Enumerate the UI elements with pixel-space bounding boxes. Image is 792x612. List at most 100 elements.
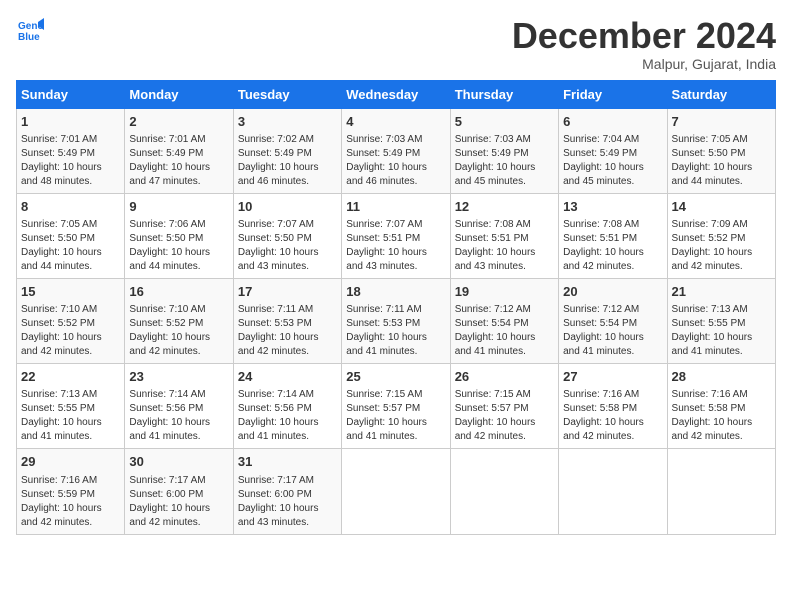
day-number: 26 (455, 368, 554, 386)
day-number: 4 (346, 113, 445, 131)
calendar-cell: 17 Sunrise: 7:11 AM Sunset: 5:53 PM Dayli… (233, 278, 341, 363)
logo-icon: General Blue (16, 16, 44, 44)
calendar-week-row: 22Sunrise: 7:13 AM Sunset: 5:55 PM Dayli… (17, 364, 776, 449)
header-friday: Friday (559, 80, 667, 108)
day-info: Sunrise: 7:15 AM Sunset: 5:57 PM Dayligh… (346, 388, 445, 444)
calendar-cell (342, 449, 450, 534)
day-number: 9 (129, 198, 228, 216)
day-info: Sunrise: 7:03 AM Sunset: 5:49 PM Dayligh… (455, 133, 554, 189)
day-number: 30 (129, 453, 228, 471)
day-number: 23 (129, 368, 228, 386)
day-info: Sunrise: 7:09 AM Sunset: 5:52 PM Dayligh… (672, 218, 771, 274)
day-number: 17 (238, 283, 337, 301)
calendar-cell: 16Sunrise: 7:10 AM Sunset: 5:52 PM Dayli… (125, 278, 233, 363)
calendar-header-row: SundayMondayTuesdayWednesdayThursdayFrid… (17, 80, 776, 108)
day-number: 11 (346, 198, 445, 216)
day-info: Sunrise: 7:15 AM Sunset: 5:57 PM Dayligh… (455, 388, 554, 444)
calendar-cell: 6 Sunrise: 7:04 AM Sunset: 5:49 PM Daylig… (559, 108, 667, 193)
calendar-cell: 23Sunrise: 7:14 AM Sunset: 5:56 PM Dayli… (125, 364, 233, 449)
day-info: Sunrise: 7:03 AM Sunset: 5:49 PM Dayligh… (346, 133, 445, 189)
day-number: 27 (563, 368, 662, 386)
header-thursday: Thursday (450, 80, 558, 108)
day-info: Sunrise: 7:13 AM Sunset: 5:55 PM Dayligh… (672, 303, 771, 359)
header-tuesday: Tuesday (233, 80, 341, 108)
calendar-cell: 1Sunrise: 7:01 AM Sunset: 5:49 PM Daylig… (17, 108, 125, 193)
calendar-cell: 2 Sunrise: 7:01 AM Sunset: 5:49 PM Daylig… (125, 108, 233, 193)
day-info: Sunrise: 7:06 AM Sunset: 5:50 PM Dayligh… (129, 218, 228, 274)
calendar-cell: 27Sunrise: 7:16 AM Sunset: 5:58 PM Dayli… (559, 364, 667, 449)
day-info: Sunrise: 7:02 AM Sunset: 5:49 PM Dayligh… (238, 133, 337, 189)
calendar-cell: 18 Sunrise: 7:11 AM Sunset: 5:53 PM Dayli… (342, 278, 450, 363)
header-monday: Monday (125, 80, 233, 108)
calendar-cell: 19 Sunrise: 7:12 AM Sunset: 5:54 PM Dayli… (450, 278, 558, 363)
day-info: Sunrise: 7:05 AM Sunset: 5:50 PM Dayligh… (672, 133, 771, 189)
calendar-cell: 12Sunrise: 7:08 AM Sunset: 5:51 PM Dayli… (450, 193, 558, 278)
day-number: 25 (346, 368, 445, 386)
day-number: 8 (21, 198, 120, 216)
calendar-week-row: 29Sunrise: 7:16 AM Sunset: 5:59 PM Dayli… (17, 449, 776, 534)
day-number: 29 (21, 453, 120, 471)
calendar-cell: 30Sunrise: 7:17 AM Sunset: 6:00 PM Dayli… (125, 449, 233, 534)
calendar-cell: 31 Sunrise: 7:17 AM Sunset: 6:00 PM Dayli… (233, 449, 341, 534)
calendar-cell: 3 Sunrise: 7:02 AM Sunset: 5:49 PM Daylig… (233, 108, 341, 193)
calendar-cell (559, 449, 667, 534)
day-number: 6 (563, 113, 662, 131)
calendar-body: 1 Sunrise: 7:01 AM Sunset: 5:49 PM Daylig… (17, 108, 776, 534)
calendar-cell: 10 Sunrise: 7:07 AM Sunset: 5:50 PM Dayli… (233, 193, 341, 278)
day-number: 22 (21, 368, 120, 386)
calendar-cell: 28Sunrise: 7:16 AM Sunset: 5:58 PM Dayli… (667, 364, 775, 449)
day-info: Sunrise: 7:10 AM Sunset: 5:52 PM Dayligh… (129, 303, 228, 359)
calendar-cell: 4 Sunrise: 7:03 AM Sunset: 5:49 PM Daylig… (342, 108, 450, 193)
calendar-cell (667, 449, 775, 534)
calendar-week-row: 15Sunrise: 7:10 AM Sunset: 5:52 PM Dayli… (17, 278, 776, 363)
calendar-cell: 24Sunrise: 7:14 AM Sunset: 5:56 PM Dayli… (233, 364, 341, 449)
day-number: 3 (238, 113, 337, 131)
svg-text:Blue: Blue (18, 32, 40, 43)
day-info: Sunrise: 7:11 AM Sunset: 5:53 PM Dayligh… (238, 303, 337, 359)
day-info: Sunrise: 7:08 AM Sunset: 5:51 PM Dayligh… (455, 218, 554, 274)
header-saturday: Saturday (667, 80, 775, 108)
title-block: December 2024 Malpur, Gujarat, India (512, 16, 776, 72)
day-number: 18 (346, 283, 445, 301)
header-wednesday: Wednesday (342, 80, 450, 108)
calendar-cell: 5Sunrise: 7:03 AM Sunset: 5:49 PM Daylig… (450, 108, 558, 193)
day-info: Sunrise: 7:12 AM Sunset: 5:54 PM Dayligh… (455, 303, 554, 359)
calendar-cell: 25 Sunrise: 7:15 AM Sunset: 5:57 PM Dayli… (342, 364, 450, 449)
day-info: Sunrise: 7:04 AM Sunset: 5:49 PM Dayligh… (563, 133, 662, 189)
day-number: 28 (672, 368, 771, 386)
day-info: Sunrise: 7:05 AM Sunset: 5:50 PM Dayligh… (21, 218, 120, 274)
day-number: 10 (238, 198, 337, 216)
day-info: Sunrise: 7:17 AM Sunset: 6:00 PM Dayligh… (238, 474, 337, 530)
day-info: Sunrise: 7:10 AM Sunset: 5:52 PM Dayligh… (21, 303, 120, 359)
day-number: 14 (672, 198, 771, 216)
calendar-cell (450, 449, 558, 534)
calendar-week-row: 8 Sunrise: 7:05 AM Sunset: 5:50 PM Daylig… (17, 193, 776, 278)
day-number: 1 (21, 113, 120, 131)
day-number: 31 (238, 453, 337, 471)
day-info: Sunrise: 7:01 AM Sunset: 5:49 PM Dayligh… (129, 133, 228, 189)
day-number: 7 (672, 113, 771, 131)
day-number: 21 (672, 283, 771, 301)
calendar-cell: 13Sunrise: 7:08 AM Sunset: 5:51 PM Dayli… (559, 193, 667, 278)
calendar-cell: 9 Sunrise: 7:06 AM Sunset: 5:50 PM Daylig… (125, 193, 233, 278)
calendar-cell: 26 Sunrise: 7:15 AM Sunset: 5:57 PM Dayli… (450, 364, 558, 449)
day-number: 2 (129, 113, 228, 131)
day-number: 19 (455, 283, 554, 301)
day-number: 20 (563, 283, 662, 301)
calendar-week-row: 1 Sunrise: 7:01 AM Sunset: 5:49 PM Daylig… (17, 108, 776, 193)
day-info: Sunrise: 7:12 AM Sunset: 5:54 PM Dayligh… (563, 303, 662, 359)
calendar-cell: 8 Sunrise: 7:05 AM Sunset: 5:50 PM Daylig… (17, 193, 125, 278)
calendar-cell: 29Sunrise: 7:16 AM Sunset: 5:59 PM Dayli… (17, 449, 125, 534)
calendar-cell: 15Sunrise: 7:10 AM Sunset: 5:52 PM Dayli… (17, 278, 125, 363)
calendar-cell: 20 Sunrise: 7:12 AM Sunset: 5:54 PM Dayli… (559, 278, 667, 363)
day-info: Sunrise: 7:14 AM Sunset: 5:56 PM Dayligh… (238, 388, 337, 444)
day-info: Sunrise: 7:07 AM Sunset: 5:50 PM Dayligh… (238, 218, 337, 274)
month-title: December 2024 (512, 16, 776, 56)
day-info: Sunrise: 7:07 AM Sunset: 5:51 PM Dayligh… (346, 218, 445, 274)
logo: General Blue (16, 16, 44, 44)
calendar-cell: 11 Sunrise: 7:07 AM Sunset: 5:51 PM Dayli… (342, 193, 450, 278)
day-info: Sunrise: 7:11 AM Sunset: 5:53 PM Dayligh… (346, 303, 445, 359)
calendar-cell: 14 Sunrise: 7:09 AM Sunset: 5:52 PM Dayli… (667, 193, 775, 278)
day-info: Sunrise: 7:08 AM Sunset: 5:51 PM Dayligh… (563, 218, 662, 274)
calendar-table: SundayMondayTuesdayWednesdayThursdayFrid… (16, 80, 776, 535)
